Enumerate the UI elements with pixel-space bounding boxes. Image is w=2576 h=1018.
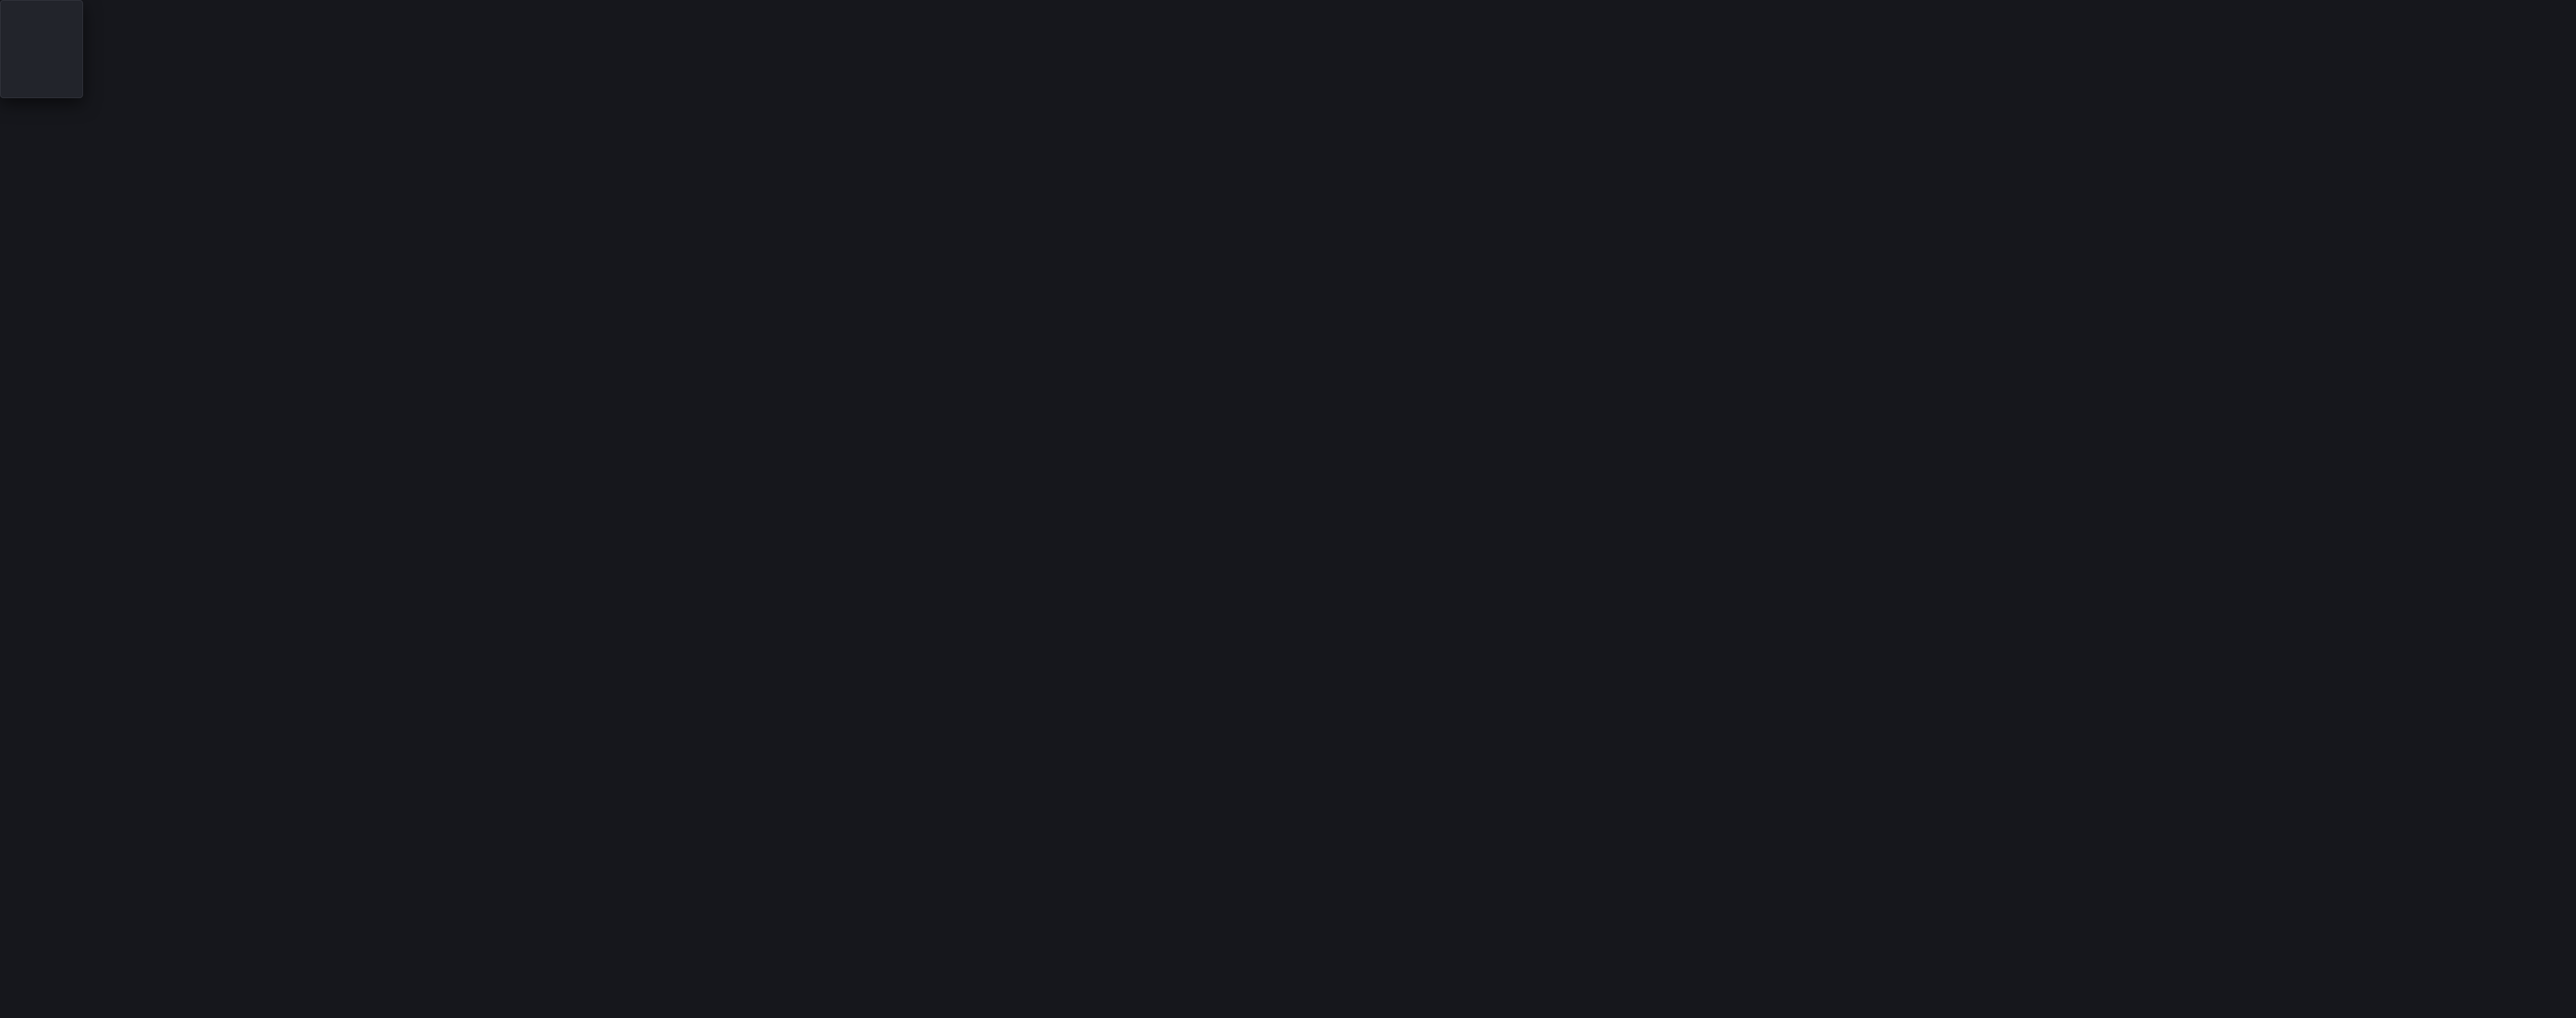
series-color-swatch-p50 <box>15 74 30 79</box>
chart-tooltip <box>0 0 83 98</box>
series-color-swatch-p90 <box>15 53 30 57</box>
time-series-plot[interactable] <box>0 0 2576 1018</box>
tooltip-series-row <box>15 66 69 87</box>
series-color-swatch-p95 <box>15 31 30 36</box>
tooltip-series-row <box>15 44 69 66</box>
latency-chart-panel <box>0 0 2576 1018</box>
tooltip-series-row <box>15 23 69 44</box>
